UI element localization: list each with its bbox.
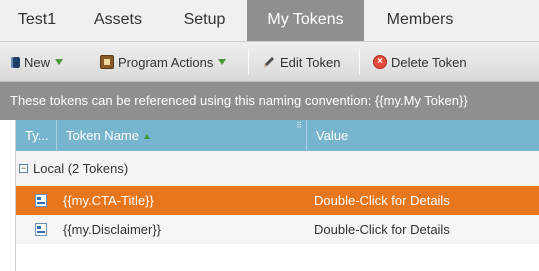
tab-assets[interactable]: Assets <box>74 0 162 41</box>
toolbar-divider <box>359 49 360 75</box>
edit-token-label: Edit Token <box>280 54 341 70</box>
edit-token-button[interactable]: Edit Token <box>262 42 340 82</box>
grid-header: Ty... Token Name ⠿ Value <box>16 120 539 151</box>
program-actions-label: Program Actions <box>118 54 214 70</box>
toolbar-divider <box>248 49 249 75</box>
tab-my-tokens[interactable]: My Tokens <box>247 0 364 41</box>
column-header-token-name[interactable]: Token Name ⠿ <box>57 120 307 151</box>
collapse-icon[interactable]: − <box>19 164 28 173</box>
dropdown-arrow-icon <box>55 59 64 65</box>
tab-members[interactable]: Members <box>364 0 476 41</box>
token-name-cell: {{my.Disclaimer}} <box>63 222 162 237</box>
naming-convention-info: These tokens can be referenced using thi… <box>0 82 539 120</box>
pencil-icon <box>262 55 276 69</box>
delete-icon: × <box>373 55 387 69</box>
token-value-cell: Double-Click for Details <box>314 193 450 208</box>
group-row-local[interactable]: − Local (2 Tokens) <box>16 151 539 186</box>
table-row[interactable]: {{my.CTA-Title}} Double-Click for Detail… <box>16 186 539 215</box>
tab-setup[interactable]: Setup <box>162 0 247 41</box>
table-row[interactable]: {{my.Disclaimer}} Double-Click for Detai… <box>16 215 539 244</box>
column-header-type[interactable]: Ty... <box>16 120 57 151</box>
delete-token-label: Delete Token <box>391 54 467 70</box>
dropdown-arrow-icon <box>218 59 227 65</box>
token-grid: Ty... Token Name ⠿ Value − Local (2 Toke… <box>15 120 539 271</box>
tab-bar: Test1 Assets Setup My Tokens Members <box>0 0 539 41</box>
program-actions-button[interactable]: Program Actions <box>100 42 227 82</box>
group-label: Local (2 Tokens) <box>33 161 129 176</box>
new-label: New <box>24 54 51 70</box>
token-icon <box>35 223 47 236</box>
token-value-cell: Double-Click for Details <box>314 222 450 237</box>
sort-ascending-icon <box>143 134 150 140</box>
delete-token-button[interactable]: × Delete Token <box>373 42 467 82</box>
token-name-cell: {{my.CTA-Title}} <box>63 193 154 208</box>
toolbar: New Program Actions Edit Token × Delete … <box>0 41 539 82</box>
new-button[interactable]: New <box>11 42 64 82</box>
column-header-token-name-label: Token Name <box>66 128 139 143</box>
program-icon <box>100 55 114 69</box>
token-icon <box>35 194 47 207</box>
column-resize-grip-icon[interactable]: ⠿ <box>296 122 303 130</box>
column-header-value[interactable]: Value <box>307 120 539 151</box>
new-icon <box>11 56 20 68</box>
tab-test1[interactable]: Test1 <box>0 0 74 41</box>
